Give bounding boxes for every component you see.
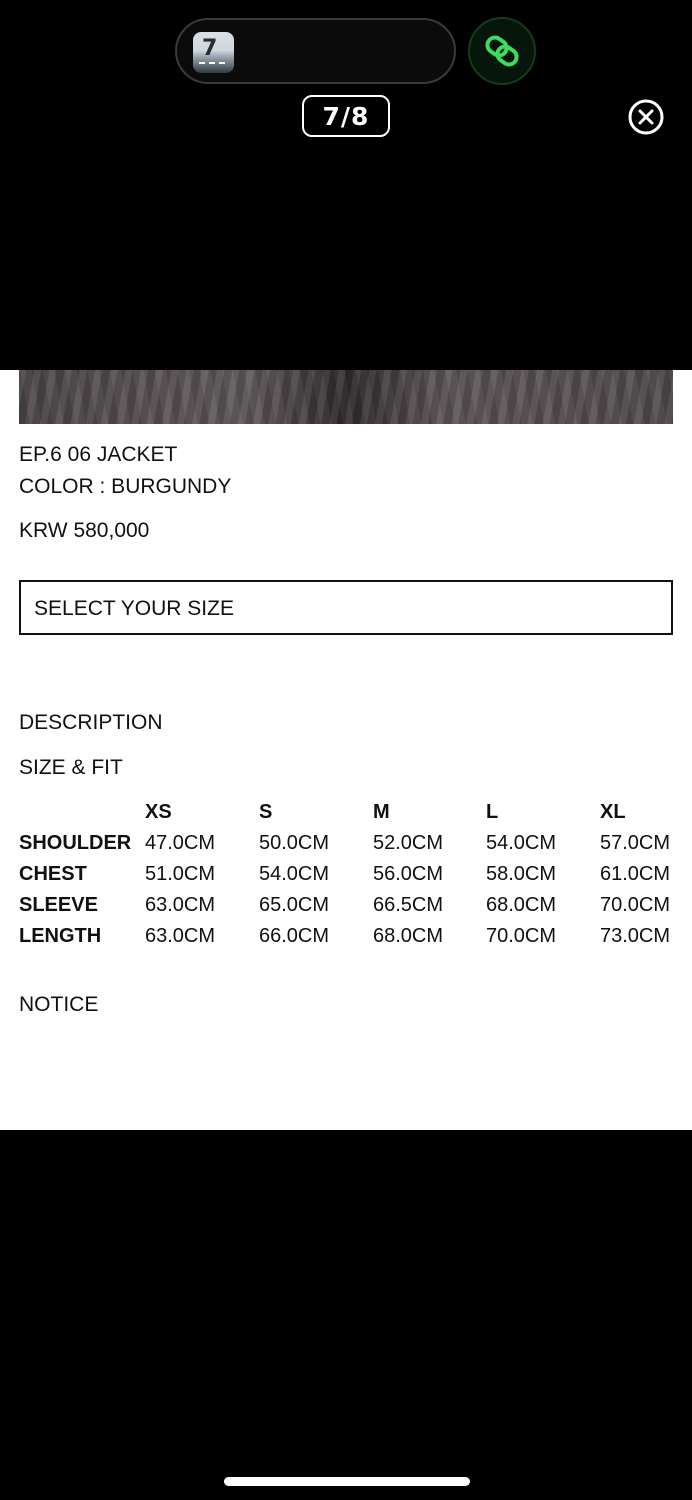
size-header: S — [259, 801, 273, 823]
measurement-label: SHOULDER — [19, 832, 132, 854]
link-button[interactable] — [468, 17, 536, 85]
measurement-value: 51.0CM — [145, 863, 216, 885]
measurement-value: 52.0CM — [373, 832, 444, 854]
source-thumbnail: 7 — [193, 32, 234, 73]
description-toggle[interactable]: DESCRIPTION — [19, 711, 163, 735]
measurement-label: SLEEVE — [19, 894, 98, 916]
measurement-value: 63.0CM — [145, 925, 216, 947]
measurement-value: 68.0CM — [373, 925, 444, 947]
thumbnail-stripe — [199, 62, 228, 64]
measurement-value: 58.0CM — [486, 863, 557, 885]
thumbnail-glyph: 7 — [202, 36, 218, 61]
product-color: COLOR : BURGUNDY — [19, 475, 232, 498]
measurement-label: CHEST — [19, 863, 87, 885]
size-select-label: SELECT YOUR SIZE — [34, 597, 234, 620]
measurement-value: 54.0CM — [259, 863, 330, 885]
measurement-value: 54.0CM — [486, 832, 557, 854]
measurement-value: 68.0CM — [486, 894, 557, 916]
size-header: L — [486, 801, 499, 823]
measurement-value: 66.5CM — [373, 894, 444, 916]
size-header: XS — [145, 801, 172, 823]
product-photo — [19, 370, 673, 424]
product-name: EP.6 06 JACKET — [19, 443, 178, 466]
product-panel: EP.6 06 JACKET COLOR : BURGUNDY KRW 580,… — [0, 370, 692, 1130]
measurement-value: 56.0CM — [373, 863, 444, 885]
close-button[interactable] — [627, 98, 665, 136]
measurement-value: 50.0CM — [259, 832, 330, 854]
measurement-value: 61.0CM — [600, 863, 671, 885]
product-price: KRW 580,000 — [19, 519, 150, 542]
measurement-value: 63.0CM — [145, 894, 216, 916]
link-icon — [485, 35, 519, 67]
measurement-value: 70.0CM — [486, 925, 557, 947]
size-fit-toggle[interactable]: SIZE & FIT — [19, 756, 123, 780]
media-source-pill[interactable]: 7 — [175, 18, 456, 84]
size-select[interactable]: SELECT YOUR SIZE — [19, 580, 673, 635]
size-header: M — [373, 801, 390, 823]
measurement-value: 70.0CM — [600, 894, 671, 916]
size-header: XL — [600, 801, 626, 823]
notice-toggle[interactable]: NOTICE — [19, 993, 98, 1017]
measurement-label: LENGTH — [19, 925, 102, 947]
measurement-value: 57.0CM — [600, 832, 671, 854]
close-icon — [628, 99, 664, 135]
measurement-value: 47.0CM — [145, 832, 216, 854]
measurement-value: 65.0CM — [259, 894, 330, 916]
measurement-value: 73.0CM — [600, 925, 671, 947]
home-indicator[interactable] — [224, 1477, 470, 1486]
measurement-value: 66.0CM — [259, 925, 330, 947]
page-counter: 7/8 — [302, 95, 390, 137]
